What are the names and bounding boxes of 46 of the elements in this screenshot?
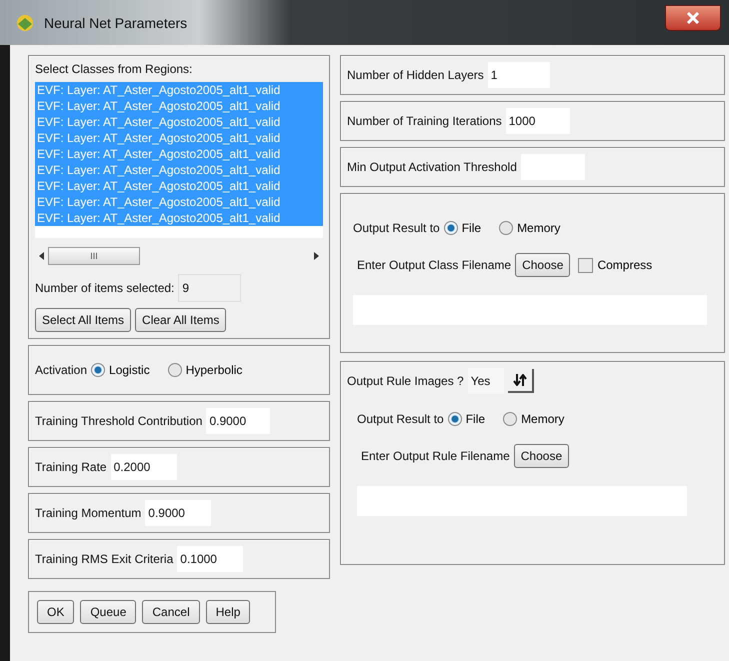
radio-option[interactable]: Hyperbolic [168,363,242,377]
dialog-button[interactable]: Queue [80,600,136,624]
field-label: Training Threshold Contribution [35,414,202,428]
close-icon [686,12,700,24]
list-button[interactable]: Select All Items [35,308,132,332]
dialog-button[interactable]: Cancel [142,600,200,624]
count-field[interactable]: 9 [178,274,242,302]
dialog-button[interactable]: OK [37,600,74,624]
scroll-thumb[interactable]: III [48,247,140,265]
up-down-arrows-icon [512,374,527,386]
window-title: Neural Net Parameters [44,14,188,30]
close-button[interactable] [665,4,721,30]
input-field[interactable]: 0.2000 [110,454,177,480]
input-field[interactable]: 0.9000 [145,500,212,526]
input-field[interactable]: 1000 [506,108,570,134]
field-label: Activation [35,363,88,377]
dialog-button[interactable]: Help [206,600,250,624]
list-button[interactable]: Clear All Items [135,308,226,332]
field-label: Training Momentum [35,506,142,520]
field-label: Output Rule Images ? [347,374,464,388]
field-label: Output Result to [357,412,444,426]
radio-option[interactable]: Memory [503,412,564,426]
compress-checkbox[interactable]: Compress [578,258,652,272]
input-field[interactable]: 0.9000 [206,408,270,434]
app-icon [16,14,34,32]
field-label: Min Output Activation Threshold [347,160,517,174]
scroll-right-icon[interactable] [314,252,319,260]
radio-option[interactable]: Memory [499,221,560,235]
radio-option[interactable]: File [448,412,486,426]
field-label: Number of items selected: [35,281,174,295]
field-label: Enter Output Rule Filename [361,449,510,463]
input-field[interactable]: 0.1000 [177,546,244,572]
field-label: Number of Training Iterations [347,114,502,128]
rule-images-field[interactable]: Yes [468,368,504,394]
choose-button[interactable]: Choose [515,253,570,277]
radio-option[interactable]: Logistic [91,363,150,377]
input-field[interactable]: 1 [488,62,550,88]
field-label: Training RMS Exit Criteria [35,552,174,566]
scroll-left-icon[interactable] [39,252,44,260]
radio-option[interactable]: File [444,221,482,235]
list-label: Select Classes from Regions: [35,62,194,76]
field-label: Output Result to [353,221,440,235]
choose-button[interactable]: Choose [514,444,570,468]
field-label: Training Rate [35,460,107,474]
field-label: Number of Hidden Layers [347,68,484,82]
field-label: Enter Output Class Filename [357,258,512,272]
